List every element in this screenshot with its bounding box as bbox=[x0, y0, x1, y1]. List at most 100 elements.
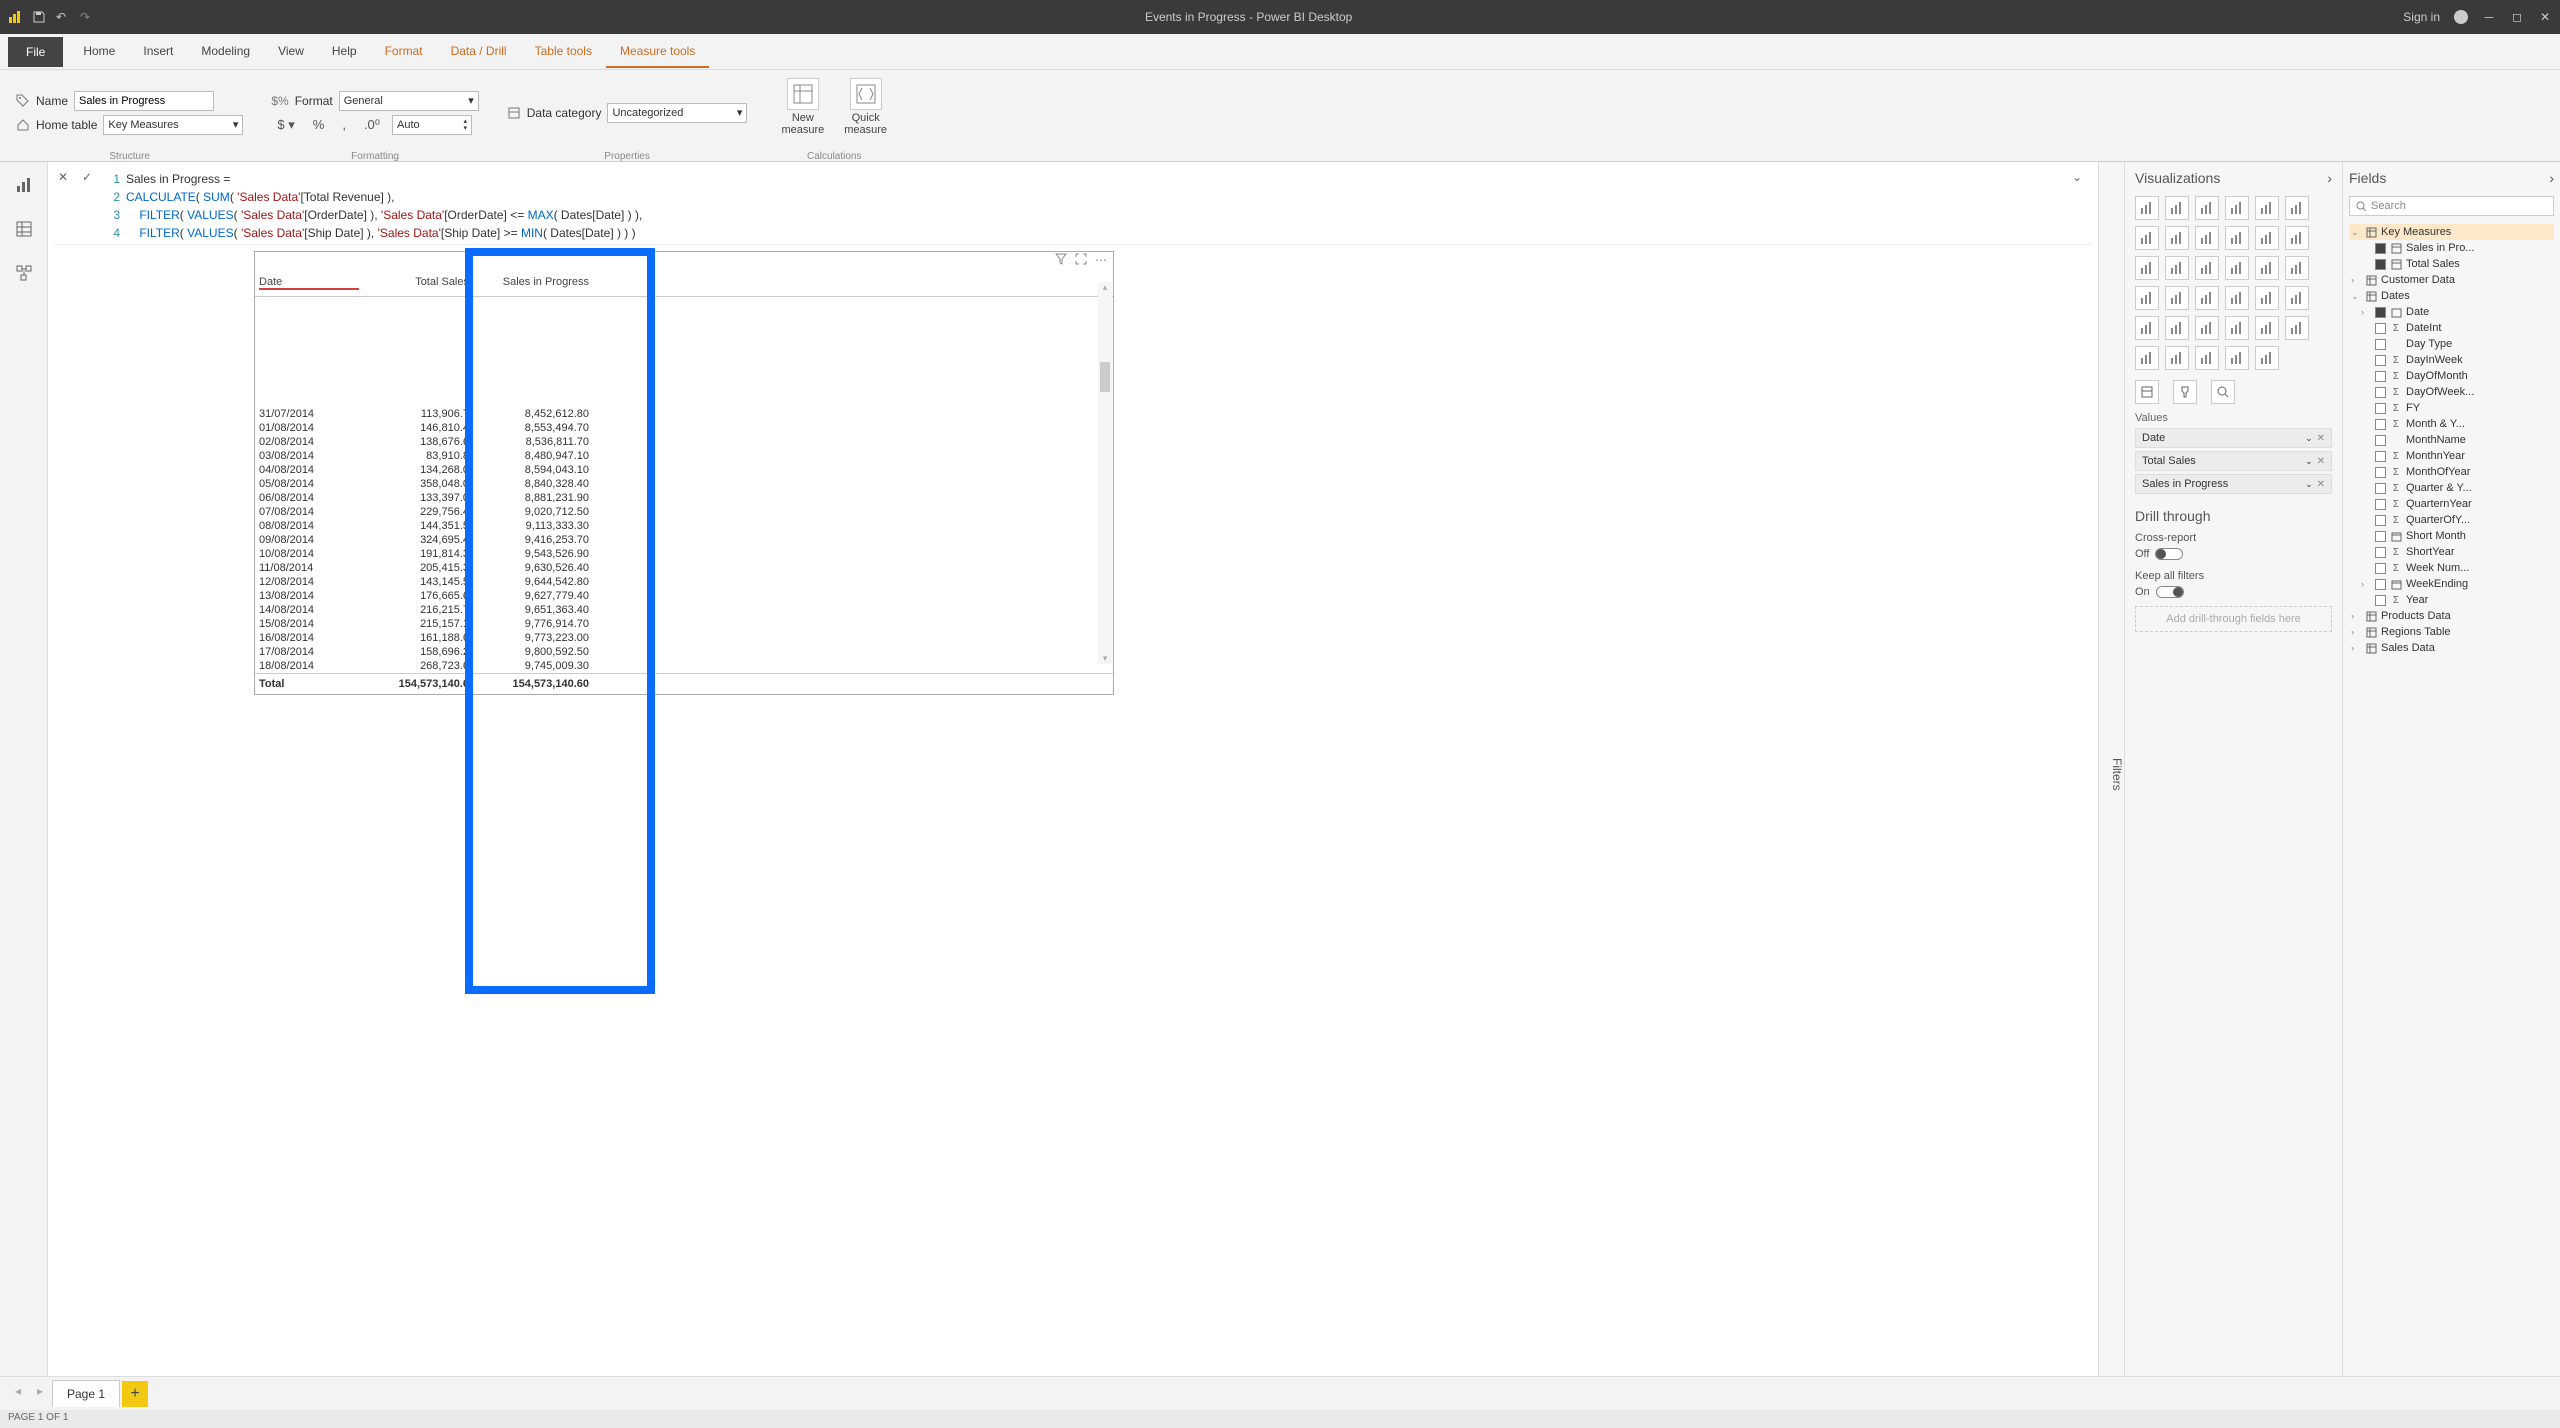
table-row[interactable]: 10/08/2014191,814.39,543,526.90 bbox=[255, 547, 1113, 561]
viz-pie-icon[interactable] bbox=[2225, 256, 2249, 280]
cross-report-toggle[interactable] bbox=[2155, 548, 2183, 560]
filter-icon[interactable] bbox=[1055, 253, 1067, 267]
collapse-fields-icon[interactable]: › bbox=[2549, 170, 2554, 186]
viz-matrix-icon[interactable] bbox=[2195, 316, 2219, 340]
field-week-num-[interactable]: ΣWeek Num... bbox=[2349, 560, 2554, 576]
undo-icon[interactable]: ↶ bbox=[56, 10, 70, 24]
viz-decomposition-icon[interactable] bbox=[2135, 346, 2159, 370]
ribbon-tab-data-drill[interactable]: Data / Drill bbox=[437, 36, 521, 68]
field-well-total-sales[interactable]: Total Sales⌄✕ bbox=[2135, 451, 2332, 471]
viz-r-visual-icon[interactable] bbox=[2225, 316, 2249, 340]
data-view-icon[interactable] bbox=[13, 218, 35, 240]
new-measure-button[interactable]: New measure bbox=[775, 76, 830, 149]
field-date[interactable]: ›Date bbox=[2349, 304, 2554, 320]
ribbon-tab-help[interactable]: Help bbox=[318, 36, 371, 68]
prev-page-icon[interactable]: ◂ bbox=[8, 1384, 28, 1404]
viz-line-icon[interactable] bbox=[2135, 226, 2159, 250]
viz-card-icon[interactable] bbox=[2225, 286, 2249, 310]
field-checkbox[interactable] bbox=[2375, 579, 2386, 590]
report-canvas[interactable]: ⋯ Date Total Sales Sales in Progress 31/… bbox=[254, 251, 2052, 1364]
viz-qna-icon[interactable] bbox=[2165, 346, 2189, 370]
focus-mode-icon[interactable] bbox=[1075, 253, 1087, 267]
viz-scatter-icon[interactable] bbox=[2195, 256, 2219, 280]
field-checkbox[interactable] bbox=[2375, 531, 2386, 542]
field-well-sales-in-progress[interactable]: Sales in Progress⌄✕ bbox=[2135, 474, 2332, 494]
ribbon-tab-modeling[interactable]: Modeling bbox=[187, 36, 264, 68]
collapse-viz-icon[interactable]: › bbox=[2327, 170, 2332, 186]
table-row[interactable]: 06/08/2014133,397.08,881,231.90 bbox=[255, 491, 1113, 505]
page-tab-1[interactable]: Page 1 bbox=[52, 1380, 120, 1407]
viz-gauge-icon[interactable] bbox=[2195, 286, 2219, 310]
field-checkbox[interactable] bbox=[2375, 451, 2386, 462]
table-row[interactable]: 05/08/2014358,048.08,840,328.40 bbox=[255, 477, 1113, 491]
table-node-key-measures[interactable]: ⌄Key Measures bbox=[2349, 224, 2554, 240]
file-tab[interactable]: File bbox=[8, 37, 63, 67]
table-row[interactable]: 03/08/201483,910.88,480,947.10 bbox=[255, 449, 1113, 463]
viz-bar-100-icon[interactable] bbox=[2285, 196, 2309, 220]
home-table-dropdown[interactable]: Key Measures▾ bbox=[103, 115, 243, 135]
table-row[interactable]: 09/08/2014324,695.49,416,253.70 bbox=[255, 533, 1113, 547]
viz-column-clustered-icon[interactable] bbox=[2225, 196, 2249, 220]
formula-cancel-icon[interactable]: ✕ bbox=[58, 170, 74, 186]
percent-button[interactable]: % bbox=[307, 115, 331, 134]
filters-pane[interactable]: Filters bbox=[2098, 162, 2124, 1376]
viz-area-stacked-icon[interactable] bbox=[2195, 226, 2219, 250]
user-avatar-icon[interactable] bbox=[2454, 10, 2468, 24]
ribbon-tab-insert[interactable]: Insert bbox=[129, 36, 187, 68]
table-scrollbar[interactable]: ▴ ▾ bbox=[1098, 282, 1112, 664]
table-node-dates[interactable]: ⌄Dates bbox=[2349, 288, 2554, 304]
table-row[interactable]: 16/08/2014161,188.69,773,223.00 bbox=[255, 631, 1113, 645]
viz-bar-clustered-icon[interactable] bbox=[2165, 196, 2189, 220]
viz-table-icon[interactable] bbox=[2165, 316, 2189, 340]
field-checkbox[interactable] bbox=[2375, 339, 2386, 350]
format-tab-icon[interactable] bbox=[2173, 380, 2197, 404]
field-sales-in-pro-[interactable]: Sales in Pro... bbox=[2349, 240, 2554, 256]
viz-paginated-icon[interactable] bbox=[2195, 346, 2219, 370]
viz-key-influencers-icon[interactable] bbox=[2285, 316, 2309, 340]
field-monthnyear[interactable]: ΣMonthnYear bbox=[2349, 448, 2554, 464]
field-checkbox[interactable] bbox=[2375, 435, 2386, 446]
field-monthofyear[interactable]: ΣMonthOfYear bbox=[2349, 464, 2554, 480]
field-checkbox[interactable] bbox=[2375, 403, 2386, 414]
redo-icon[interactable]: ↷ bbox=[80, 10, 94, 24]
table-row[interactable]: 17/08/2014158,696.29,800,592.50 bbox=[255, 645, 1113, 659]
measure-name-input[interactable] bbox=[74, 91, 214, 111]
viz-donut-icon[interactable] bbox=[2255, 256, 2279, 280]
field-dateint[interactable]: ΣDateInt bbox=[2349, 320, 2554, 336]
field-quarterofy-[interactable]: ΣQuarterOfY... bbox=[2349, 512, 2554, 528]
field-checkbox[interactable] bbox=[2375, 483, 2386, 494]
keep-filters-toggle[interactable] bbox=[2156, 586, 2184, 598]
table-node-products-data[interactable]: ›Products Data bbox=[2349, 608, 2554, 624]
field-quarter-y-[interactable]: ΣQuarter & Y... bbox=[2349, 480, 2554, 496]
field-checkbox[interactable] bbox=[2375, 259, 2386, 270]
field-year[interactable]: ΣYear bbox=[2349, 592, 2554, 608]
formula-expand-icon[interactable]: ⌄ bbox=[2072, 170, 2088, 186]
currency-button[interactable]: $ ▾ bbox=[271, 115, 300, 135]
field-checkbox[interactable] bbox=[2375, 371, 2386, 382]
field-checkbox[interactable] bbox=[2375, 563, 2386, 574]
field-short-month[interactable]: Short Month bbox=[2349, 528, 2554, 544]
decimal-button[interactable]: .0⁰ bbox=[358, 115, 386, 135]
table-row[interactable]: 14/08/2014216,215.79,651,363.40 bbox=[255, 603, 1113, 617]
viz-column-stacked-icon[interactable] bbox=[2195, 196, 2219, 220]
table-node-customer-data[interactable]: ›Customer Data bbox=[2349, 272, 2554, 288]
viz-more-icon[interactable] bbox=[2255, 346, 2279, 370]
comma-button[interactable]: , bbox=[336, 115, 352, 134]
field-day-type[interactable]: Day Type bbox=[2349, 336, 2554, 352]
header-sales-in-progress[interactable]: Sales in Progress bbox=[469, 276, 609, 290]
drill-through-dropzone[interactable]: Add drill-through fields here bbox=[2135, 606, 2332, 632]
field-monthname[interactable]: MonthName bbox=[2349, 432, 2554, 448]
ribbon-tab-home[interactable]: Home bbox=[69, 36, 129, 68]
field-dayinweek[interactable]: ΣDayInWeek bbox=[2349, 352, 2554, 368]
close-icon[interactable]: ✕ bbox=[2538, 10, 2552, 24]
viz-map-icon[interactable] bbox=[2135, 286, 2159, 310]
field-checkbox[interactable] bbox=[2375, 419, 2386, 430]
maximize-icon[interactable]: ◻ bbox=[2510, 10, 2524, 24]
fields-search-input[interactable]: Search bbox=[2349, 196, 2554, 216]
viz-ribbon-icon[interactable] bbox=[2285, 226, 2309, 250]
field-fy[interactable]: ΣFY bbox=[2349, 400, 2554, 416]
table-row[interactable]: 11/08/2014205,415.39,630,526.40 bbox=[255, 561, 1113, 575]
table-row[interactable]: 12/08/2014143,145.59,644,542.80 bbox=[255, 575, 1113, 589]
ribbon-tab-measure-tools[interactable]: Measure tools bbox=[606, 36, 709, 68]
add-page-button[interactable]: + bbox=[122, 1381, 148, 1407]
